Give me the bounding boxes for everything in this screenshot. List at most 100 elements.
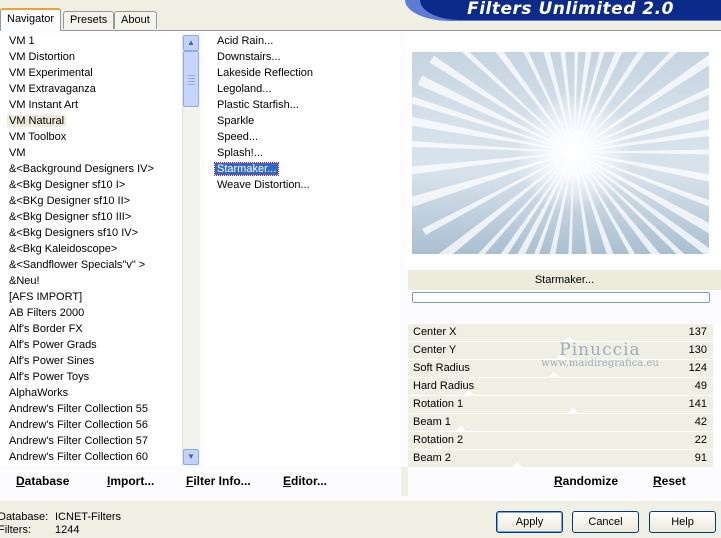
- filter-item-label: Acid Rain...: [217, 35, 274, 47]
- category-item[interactable]: Andrew's Filter Collection 57: [0, 433, 182, 449]
- category-item[interactable]: VM Natural: [0, 113, 182, 129]
- param-name: Center Y: [413, 344, 457, 356]
- bar-separator: [401, 467, 408, 496]
- category-item-label: &Neu!: [9, 275, 40, 287]
- scroll-down-button[interactable]: ▼: [183, 449, 199, 465]
- category-item[interactable]: AB Filters 2000: [0, 305, 182, 321]
- filter-item[interactable]: Downstairs...: [205, 49, 400, 65]
- param-name: Beam 2: [413, 452, 451, 464]
- category-item[interactable]: Alf's Power Grads: [0, 337, 182, 353]
- import-button[interactable]: Import...: [107, 474, 154, 488]
- filter-info-button[interactable]: Filter Info...: [186, 474, 251, 488]
- filter-item-label: Weave Distortion...: [217, 179, 310, 191]
- category-item[interactable]: &<Bkg Kaleidoscope>: [0, 241, 182, 257]
- category-item[interactable]: Alf's Power Sines: [0, 353, 182, 369]
- param-slider[interactable]: Rotation 1 141: [408, 396, 713, 414]
- slider-thumb[interactable]: [556, 354, 566, 359]
- database-button[interactable]: Database: [16, 474, 69, 488]
- category-item[interactable]: VM Experimental: [0, 65, 182, 81]
- param-slider[interactable]: Beam 2 91: [408, 450, 713, 468]
- category-item-label: &<Bkg Kaleidoscope>: [9, 243, 118, 255]
- category-item[interactable]: &<Bkg Designer sf10 I>: [0, 177, 182, 193]
- category-item-label: Alf's Power Grads: [9, 339, 97, 351]
- preview-image[interactable]: [412, 52, 709, 254]
- category-item[interactable]: Alf's Border FX: [0, 321, 182, 337]
- apply-button[interactable]: Apply: [496, 511, 563, 533]
- randomize-button[interactable]: Randomize: [554, 474, 618, 488]
- scroll-up-button[interactable]: ▲: [183, 35, 199, 51]
- filter-item[interactable]: Plastic Starfish...: [205, 97, 400, 113]
- slider-thumb[interactable]: [549, 372, 559, 377]
- param-slider[interactable]: Soft Radius 124: [408, 360, 713, 378]
- category-item[interactable]: [AFS IMPORT]: [0, 289, 182, 305]
- filter-item-label: Lakeside Reflection: [217, 67, 314, 79]
- filter-list[interactable]: Acid Rain... Downstairs... Lakeside Reflec…: [205, 33, 400, 466]
- selected-filter-label: Starmaker...: [408, 270, 721, 290]
- filter-item[interactable]: Legoland...: [205, 81, 400, 97]
- param-slider[interactable]: Center Y 130: [408, 342, 713, 360]
- category-item-label: Alf's Border FX: [9, 323, 83, 335]
- tab-about[interactable]: About: [114, 11, 157, 29]
- category-item[interactable]: VM Extravaganza: [0, 81, 182, 97]
- parameter-sliders: Center X 137 Center Y 130 Soft Radius 124 Hard…: [408, 324, 721, 468]
- filter-item[interactable]: Speed...: [205, 129, 400, 145]
- category-item-label: Andrew's Filter Collection 55: [9, 403, 149, 415]
- category-item-label: &<Bkg Designer sf10 I>: [9, 179, 126, 191]
- category-item[interactable]: &<Background Designers IV>: [0, 161, 182, 177]
- slider-thumb[interactable]: [568, 408, 578, 413]
- tab-presets[interactable]: Presets: [63, 11, 115, 29]
- filter-item[interactable]: Sparkle: [205, 113, 400, 129]
- category-item-label: Andrew's Filter Collection 60: [9, 451, 149, 463]
- filter-item[interactable]: Acid Rain...: [205, 33, 400, 49]
- category-list[interactable]: VM 1 VM Distortion VM Experimental VM Extra…: [0, 33, 182, 466]
- category-item[interactable]: VM Toolbox: [0, 129, 182, 145]
- category-item-label: VM Toolbox: [9, 131, 67, 143]
- category-item[interactable]: &<Sandflower Specials"v" >: [0, 257, 182, 273]
- category-item[interactable]: &Neu!: [0, 273, 182, 289]
- editor-button[interactable]: Editor...: [283, 474, 327, 488]
- category-item[interactable]: VM 1: [0, 33, 182, 49]
- param-value: 91: [694, 452, 707, 464]
- filter-item[interactable]: Splash!...: [205, 145, 400, 161]
- category-item[interactable]: Alf's Power Toys: [0, 369, 182, 385]
- category-item-label: VM Instant Art: [9, 99, 79, 111]
- param-slider[interactable]: Hard Radius 49: [408, 378, 713, 396]
- category-item[interactable]: VM Distortion: [0, 49, 182, 65]
- category-item[interactable]: Andrew's Filter Collection 56: [0, 417, 182, 433]
- filter-item[interactable]: Weave Distortion...: [205, 177, 400, 193]
- category-item[interactable]: VM Instant Art: [0, 97, 182, 113]
- param-slider[interactable]: Beam 1 42: [408, 414, 713, 432]
- slider-thumb[interactable]: [433, 444, 443, 449]
- param-slider[interactable]: Rotation 2 22: [408, 432, 713, 450]
- category-item[interactable]: &<Bkg Designers sf10 IV>: [0, 225, 182, 241]
- tab-navigator[interactable]: Navigator: [0, 8, 62, 31]
- param-slider[interactable]: Center X 137: [408, 324, 713, 342]
- reset-button[interactable]: Reset: [653, 474, 686, 488]
- category-scrollbar[interactable]: ▲ ▼: [182, 34, 200, 466]
- scroll-thumb[interactable]: [183, 51, 199, 107]
- param-value: 137: [688, 326, 707, 338]
- category-item[interactable]: &<BKg Designer sf10 II>: [0, 193, 182, 209]
- category-item[interactable]: VM: [0, 145, 182, 161]
- help-button[interactable]: Help: [649, 511, 716, 533]
- chevron-up-icon: ▲: [187, 38, 195, 47]
- category-item[interactable]: AlphaWorks: [0, 385, 182, 401]
- param-value: 124: [688, 362, 707, 374]
- category-item-label: VM Natural: [7, 115, 67, 127]
- category-item[interactable]: &<Bkg Designer sf10 III>: [0, 209, 182, 225]
- slider-thumb[interactable]: [564, 336, 574, 341]
- database-status: Database:: [0, 511, 48, 523]
- category-item-label: &<Sandflower Specials"v" >: [9, 259, 146, 271]
- filter-item-label: Sparkle: [217, 115, 255, 127]
- slider-thumb[interactable]: [456, 426, 466, 431]
- param-name: Rotation 1: [413, 398, 464, 410]
- filter-item[interactable]: Starmaker...: [205, 161, 400, 177]
- category-item[interactable]: Andrew's Filter Collection 55: [0, 401, 182, 417]
- slider-thumb[interactable]: [464, 390, 474, 395]
- filter-item-label: Starmaker...: [213, 162, 280, 176]
- category-item[interactable]: Andrew's Filter Collection 60: [0, 449, 182, 465]
- param-value: 22: [694, 434, 707, 446]
- filter-item[interactable]: Lakeside Reflection: [205, 65, 400, 81]
- category-item-label: &<Bkg Designers sf10 IV>: [9, 227, 139, 239]
- cancel-button[interactable]: Cancel: [572, 511, 639, 533]
